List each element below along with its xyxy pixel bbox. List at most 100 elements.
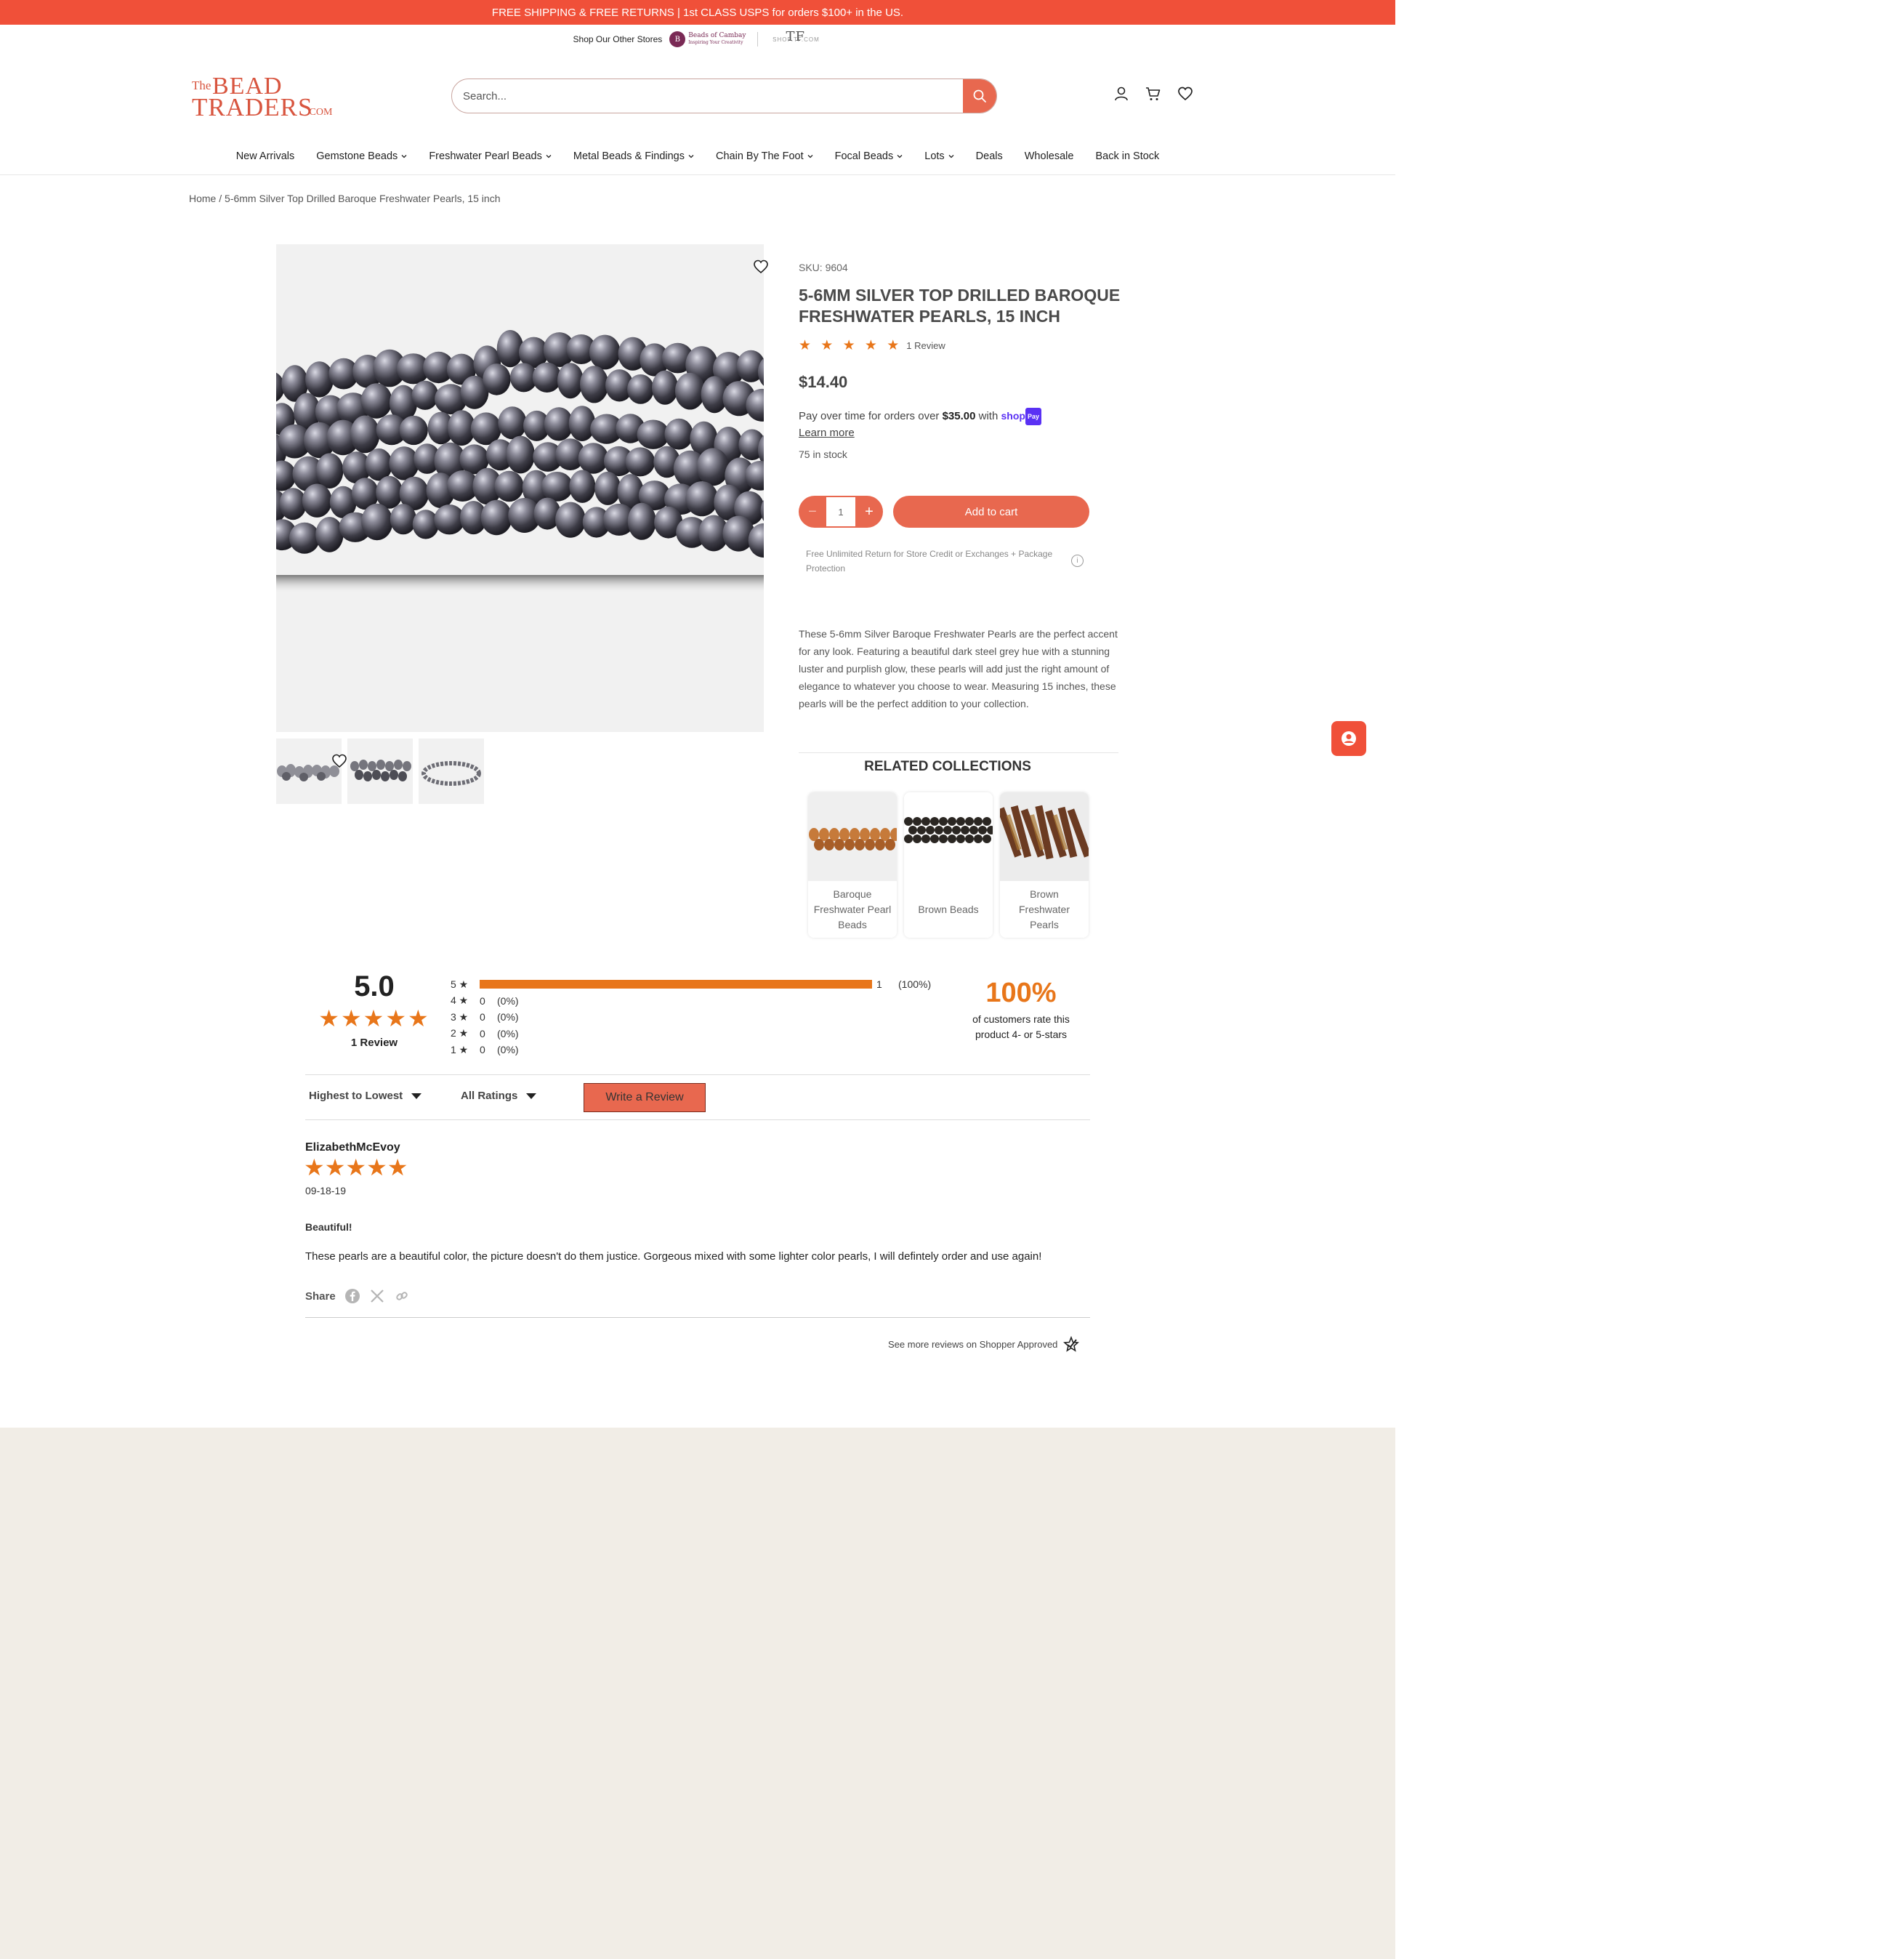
review-author: ElizabethMcEvoy	[305, 1141, 400, 1154]
rating-row-4[interactable]: 4 ★ 0 (0%)	[451, 993, 931, 1010]
nav-gemstone-beads[interactable]: Gemstone Beads	[305, 150, 418, 162]
announcement-bar: FREE SHIPPING & FREE RETURNS | 1st CLASS…	[0, 0, 1395, 25]
rating-bar-track	[480, 980, 872, 989]
pay-over-prefix: Pay over time for orders over	[799, 410, 943, 422]
logo-traders: TRADERS	[192, 93, 313, 121]
header-icons	[1113, 86, 1193, 102]
pearl	[589, 334, 621, 370]
thumbnail-2[interactable]	[347, 739, 413, 804]
related-collections-grid: Baroque Freshwater Pearl Beads Brown Bea…	[808, 792, 1089, 938]
nav-label: Chain By The Foot	[716, 150, 804, 162]
rating-count: 0	[480, 1011, 485, 1023]
shopper-approved-icon	[1063, 1336, 1080, 1352]
header-divider	[0, 174, 1395, 175]
breadcrumb-home[interactable]: Home	[189, 193, 216, 204]
sort-dropdown[interactable]: Highest to Lowest	[309, 1090, 422, 1102]
stock-status: 75 in stock	[799, 448, 847, 461]
rating-row-2[interactable]: 2 ★ 0 (0%)	[451, 1026, 931, 1042]
caret-down-icon	[411, 1093, 422, 1099]
rating-count: 0	[480, 1044, 485, 1056]
quantity-decrease-button[interactable]: −	[799, 496, 826, 528]
rating-percent: (0%)	[497, 994, 519, 1007]
related-collection-card[interactable]: Brown Beads	[904, 792, 993, 938]
related-collection-label: Brown Freshwater Pearls	[1018, 888, 1070, 930]
pearl	[627, 374, 654, 404]
chevron-down-icon	[401, 155, 407, 158]
product-rating[interactable]: ★ ★ ★ ★ ★ 1 Review	[799, 337, 1122, 354]
search-input[interactable]	[452, 79, 963, 113]
related-collection-card[interactable]: Baroque Freshwater Pearl Beads	[808, 792, 897, 938]
thumbnail-gallery	[276, 739, 484, 804]
quantity-input[interactable]: 1	[826, 497, 855, 526]
sort-label: Highest to Lowest	[309, 1090, 403, 1102]
caret-down-icon	[526, 1093, 537, 1099]
nav-freshwater-pearl-beads[interactable]: Freshwater Pearl Beads	[418, 150, 562, 162]
pearl	[315, 517, 344, 552]
nav-wholesale[interactable]: Wholesale	[1014, 150, 1085, 162]
pearl	[279, 488, 307, 520]
nav-label: Deals	[975, 150, 1003, 162]
pearl	[555, 502, 586, 538]
product-sku: SKU: 9604	[799, 262, 848, 273]
product-description: These 5-6mm Silver Baroque Freshwater Pe…	[799, 628, 1118, 709]
cart-icon[interactable]	[1145, 86, 1161, 102]
store1-tagline: Inspiring Your Creativity	[688, 40, 743, 45]
pearl	[685, 481, 719, 517]
pearl	[541, 472, 573, 502]
floating-account-button[interactable]	[1331, 721, 1366, 756]
nav-focal-beads[interactable]: Focal Beads	[824, 150, 914, 162]
beads-of-cambay-badge-icon: B	[669, 31, 686, 47]
quantity-increase-button[interactable]: +	[855, 496, 883, 528]
rating-row-1[interactable]: 1 ★ 0 (0%)	[451, 1042, 931, 1058]
pearl	[399, 415, 428, 446]
pearl	[557, 363, 584, 399]
logo-the: The	[192, 79, 211, 92]
thumbnail-3[interactable]	[419, 739, 484, 804]
facebook-icon[interactable]	[344, 1288, 360, 1304]
nav-new-arrivals[interactable]: New Arrivals	[225, 150, 306, 162]
nav-chain-by-the-foot[interactable]: Chain By The Foot	[705, 150, 824, 162]
wishlist-heart-icon[interactable]	[1177, 86, 1193, 102]
tf-store-logo[interactable]: TF SHOP.TF.COM	[770, 29, 822, 44]
nav-back-in-stock[interactable]: Back in Stock	[1084, 150, 1170, 162]
filter-label: All Ratings	[461, 1090, 518, 1102]
collection-image-baroque-pearls	[808, 792, 897, 881]
thumbnail-pearls-loop	[421, 761, 481, 786]
pearl	[532, 362, 562, 393]
total-reviews: 1 Review	[350, 1037, 398, 1049]
write-review-button[interactable]: Write a Review	[584, 1083, 706, 1112]
pearl	[289, 522, 320, 554]
logo-com: .COM	[307, 107, 333, 118]
rating-row-3[interactable]: 3 ★ 0 (0%)	[451, 1009, 931, 1026]
pearl	[365, 448, 392, 481]
nav-label: Focal Beads	[834, 150, 894, 162]
learn-more-link[interactable]: Learn more	[799, 427, 855, 439]
nav-deals[interactable]: Deals	[965, 150, 1014, 162]
shop-pay-logo: shop Pay	[1001, 408, 1041, 426]
thumbnail-wishlist-heart-icon[interactable]	[331, 753, 347, 769]
site-logo[interactable]: The BEAD TRADERS .COM	[190, 73, 336, 121]
rating-label: 2 ★	[451, 1027, 469, 1039]
rating-filter-dropdown[interactable]: All Ratings	[461, 1090, 537, 1102]
rating-row-5[interactable]: 5 ★ 1 (100%)	[451, 976, 931, 993]
thumbnail-pearls-flat	[277, 764, 339, 781]
see-more-reviews-link[interactable]: See more reviews on Shopper Approved	[888, 1336, 1080, 1352]
pearl	[627, 502, 656, 540]
nav-lots[interactable]: Lots	[913, 150, 964, 162]
thumbnail-1[interactable]	[276, 739, 342, 804]
nav-metal-beads-findings[interactable]: Metal Beads & Findings	[562, 150, 705, 162]
info-icon[interactable]: i	[1071, 555, 1084, 567]
copy-link-icon[interactable]	[394, 1288, 410, 1304]
average-rating-stars: ★★★★★	[318, 1005, 430, 1031]
account-icon[interactable]	[1113, 86, 1129, 102]
add-to-cart-button[interactable]: Add to cart	[893, 496, 1089, 528]
x-twitter-icon[interactable]	[369, 1288, 385, 1304]
page: FREE SHIPPING & FREE RETURNS | 1st CLASS…	[0, 0, 1395, 1428]
beads-of-cambay-logo[interactable]: B Beads of Cambay Inspiring Your Creativi…	[669, 31, 746, 47]
search-button[interactable]	[963, 79, 996, 113]
product-main-image[interactable]	[276, 244, 764, 732]
reviews-divider	[305, 1317, 1090, 1318]
nav-label: Lots	[924, 150, 945, 162]
product-wishlist-heart-icon[interactable]	[753, 259, 769, 275]
related-collection-card[interactable]: Brown Freshwater Pearls	[1000, 792, 1089, 938]
